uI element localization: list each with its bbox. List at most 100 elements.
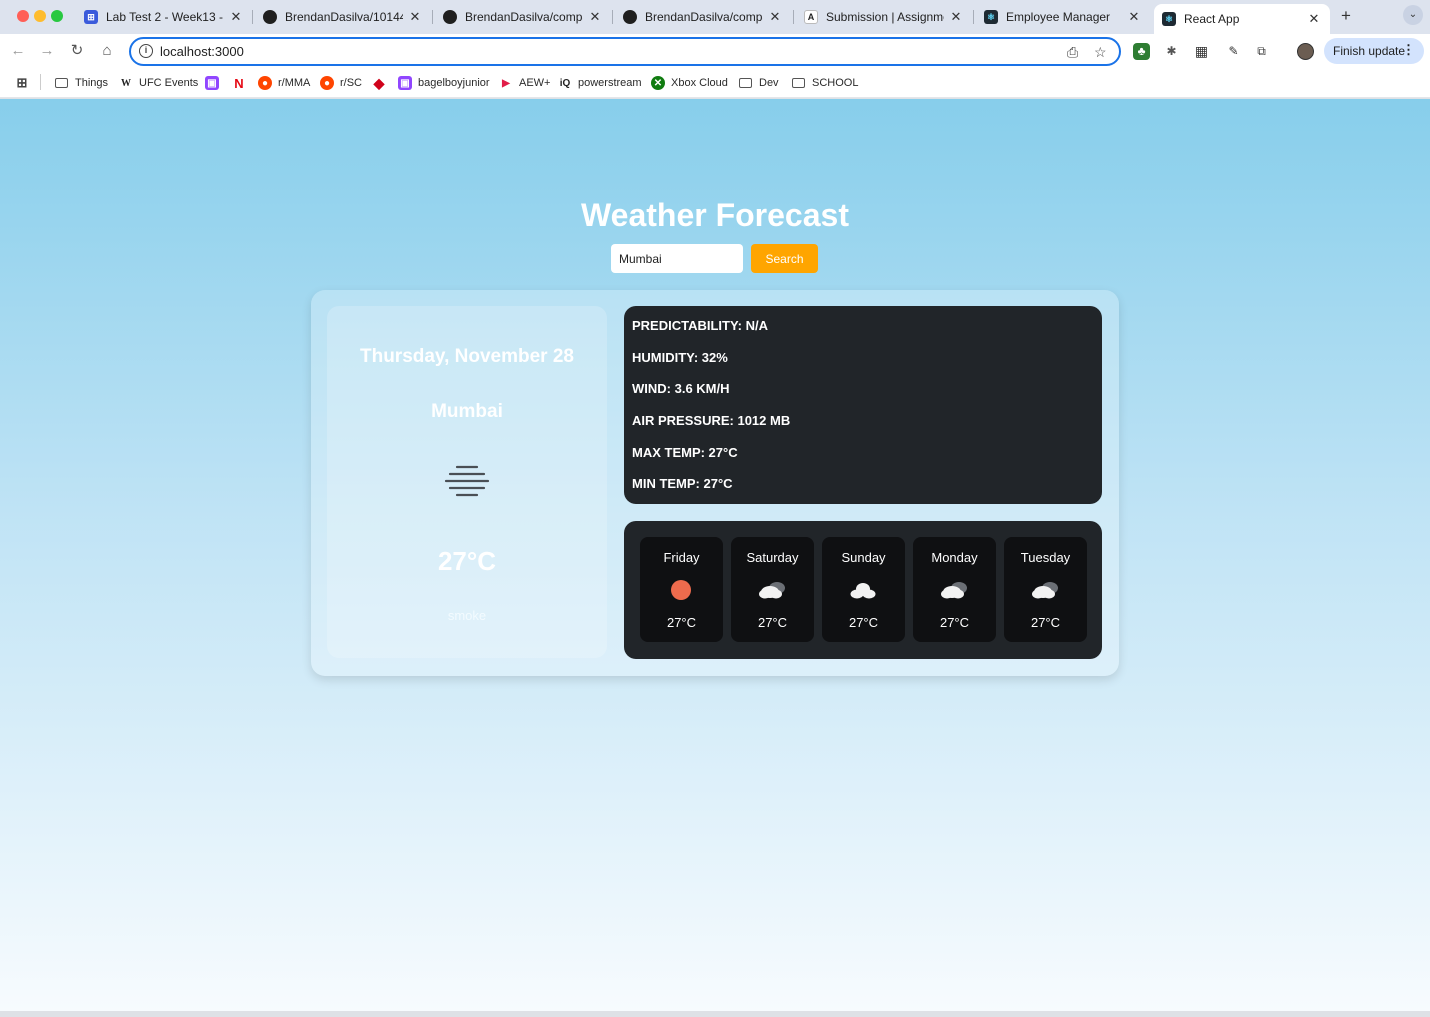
detail-predictability: PREDICTABILITY: N/A bbox=[632, 318, 769, 333]
tab-close-icon[interactable]: ✕ bbox=[1306, 11, 1322, 27]
tab-separator bbox=[432, 10, 433, 24]
window-minimize-button[interactable] bbox=[34, 10, 46, 22]
bookmarks-separator bbox=[40, 74, 41, 90]
detail-air-pressure: AIR PRESSURE: 1012 MB bbox=[632, 413, 791, 429]
browser-tab[interactable]: BrendanDasilva/comp312 ✕ bbox=[615, 4, 791, 30]
forecast-temp: 27°C bbox=[757, 615, 788, 630]
tab-separator bbox=[973, 10, 974, 24]
back-arrow-icon[interactable]: ← bbox=[8, 41, 28, 61]
extension-pen-icon[interactable]: ✎ bbox=[1225, 43, 1242, 60]
forecast-card: Friday 27°C Saturday 27°C Sunday 27°C Mo… bbox=[624, 521, 1102, 659]
forecast-day-name: Tuesday bbox=[1020, 550, 1071, 565]
tab-separator bbox=[252, 10, 253, 24]
twitch-icon: ▣ bbox=[398, 76, 412, 90]
bookmark-aew-plus[interactable]: ▶ AEW+ bbox=[499, 75, 550, 91]
home-icon[interactable]: ⌂ bbox=[97, 41, 117, 61]
browser-tab-active[interactable]: ⚛ React App ✕ bbox=[1154, 4, 1330, 34]
react-icon: ⚛ bbox=[1162, 12, 1176, 26]
diamond-icon: ◆ bbox=[373, 74, 385, 91]
wikipedia-icon: W bbox=[121, 77, 131, 89]
netflix-icon: N bbox=[234, 75, 244, 91]
extension-tree-icon[interactable]: ♣ bbox=[1133, 43, 1150, 60]
detail-wind: WIND: 3.6 KM/H bbox=[632, 381, 730, 397]
bookmark-ufc-events[interactable]: W UFC Events bbox=[119, 75, 198, 91]
tab-search-button[interactable]: ⌄ bbox=[1403, 5, 1423, 25]
window-close-button[interactable] bbox=[17, 10, 29, 22]
tab-close-icon[interactable]: ✕ bbox=[587, 9, 603, 25]
tab-separator bbox=[612, 10, 613, 24]
page-title: Weather Forecast bbox=[581, 197, 849, 233]
bookmark-r-sc[interactable]: ● r/SC bbox=[320, 75, 362, 91]
bookmarks-bar: ⊞ Things W UFC Events ▣ N ● r/MMA ● r/SC ◆ … bbox=[0, 68, 1430, 98]
bookmark-folder-school[interactable]: SCHOOL bbox=[792, 75, 858, 91]
twitch-icon: ▣ bbox=[205, 76, 219, 90]
detail-max-temp: MAX TEMP: 27°C bbox=[632, 444, 738, 460]
apps-grid-icon[interactable]: ⊞ bbox=[15, 75, 35, 91]
reddit-icon: ● bbox=[258, 76, 272, 90]
github-icon bbox=[263, 10, 277, 24]
broken-clouds-icon bbox=[759, 582, 785, 599]
browser-tab[interactable]: ⊞ Lab Test 2 - Week13 - XL ✕ bbox=[76, 4, 252, 30]
browser-tab[interactable]: BrendanDasilva/1014478 ✕ bbox=[255, 4, 431, 30]
address-url[interactable]: localhost:3000 bbox=[160, 44, 244, 59]
tab-close-icon[interactable]: ✕ bbox=[407, 9, 423, 25]
bookmark-netflix[interactable]: N bbox=[232, 75, 252, 91]
tab-close-icon[interactable]: ✕ bbox=[1126, 9, 1142, 25]
bookmark-r-mma[interactable]: ● r/MMA bbox=[258, 75, 310, 91]
site-info-icon[interactable]: i bbox=[139, 44, 153, 58]
forecast-day: Monday 27°C bbox=[913, 537, 996, 642]
tab-doc-icon: ⊞ bbox=[84, 10, 98, 24]
detail-humidity: HUMIDITY: 32% bbox=[632, 349, 728, 365]
xbox-icon: ✕ bbox=[651, 76, 665, 90]
forward-arrow-icon[interactable]: → bbox=[37, 41, 57, 61]
browser-tab[interactable]: A Submission | Assignment ✕ bbox=[796, 4, 972, 30]
search-button[interactable]: Search bbox=[751, 244, 818, 273]
github-icon bbox=[623, 10, 637, 24]
tab-close-icon[interactable]: ✕ bbox=[228, 9, 244, 25]
bookmark-twitch[interactable]: ▣ bbox=[205, 75, 225, 91]
window-maximize-button[interactable] bbox=[51, 10, 63, 22]
city-search-input[interactable] bbox=[611, 244, 743, 273]
current-temperature: 27°C bbox=[437, 546, 497, 576]
current-date: Thursday, November 28 bbox=[359, 346, 574, 367]
extensions-puzzle-icon[interactable]: ⧉ bbox=[1253, 43, 1270, 60]
sun-icon bbox=[671, 580, 691, 600]
weather-details-card: PREDICTABILITY: N/A HUMIDITY: 32% WIND: … bbox=[624, 306, 1102, 504]
broken-clouds-icon bbox=[941, 582, 967, 599]
extension-grid-icon[interactable]: ▦ bbox=[1193, 43, 1210, 60]
detail-min-temp: MIN TEMP: 27°C bbox=[632, 476, 733, 492]
new-tab-button[interactable]: + bbox=[1336, 6, 1356, 26]
forecast-temp: 27°C bbox=[848, 615, 879, 630]
browser-tab-strip: ⊞ Lab Test 2 - Week13 - XL ✕ BrendanDasi… bbox=[0, 0, 1430, 34]
bookmark-star-icon[interactable]: ☆ bbox=[1094, 44, 1107, 61]
github-icon bbox=[443, 10, 457, 24]
profile-avatar[interactable] bbox=[1297, 43, 1314, 60]
forecast-day: Saturday 27°C bbox=[731, 537, 814, 642]
current-weather-card: Thursday, November 28 Mumbai 27°C smoke bbox=[327, 306, 607, 658]
finish-update-button[interactable]: Finish update ⋮ bbox=[1324, 38, 1424, 64]
forecast-day: Tuesday 27°C bbox=[1004, 537, 1087, 642]
reload-icon[interactable]: ↻ bbox=[67, 41, 87, 61]
forecast-day: Sunday 27°C bbox=[822, 537, 905, 642]
bookmark-powerstream[interactable]: iQ powerstream bbox=[558, 75, 642, 91]
tab-close-icon[interactable]: ✕ bbox=[948, 9, 964, 25]
menu-dots-icon: ⋮ bbox=[1402, 42, 1415, 57]
browser-tab[interactable]: ⚛ Employee Manager ✕ bbox=[976, 4, 1150, 30]
install-app-icon[interactable]: ⎙ bbox=[1067, 44, 1078, 61]
bookmark-bagelboyjunior[interactable]: ▣ bagelboyjunior bbox=[398, 75, 490, 91]
folder-icon bbox=[739, 78, 752, 88]
extension-bug-icon[interactable]: ✱ bbox=[1163, 43, 1180, 60]
iq-icon: iQ bbox=[559, 77, 571, 89]
play-icon: ▶ bbox=[502, 77, 510, 89]
page-viewport: Weather Forecast Search Thursday, Novemb… bbox=[0, 99, 1430, 1011]
bookmark-folder-things[interactable]: Things bbox=[55, 75, 108, 91]
address-bar[interactable]: i localhost:3000 ⎙ ☆ bbox=[129, 37, 1121, 66]
forecast-day: Friday 27°C bbox=[640, 537, 723, 642]
browser-tab[interactable]: BrendanDasilva/comp312 ✕ bbox=[435, 4, 611, 30]
bookmark-xbox-cloud[interactable]: ✕ Xbox Cloud bbox=[651, 75, 728, 91]
reddit-icon: ● bbox=[320, 76, 334, 90]
bookmark-folder-dev[interactable]: Dev bbox=[739, 75, 779, 91]
bookmark-diamond[interactable]: ◆ bbox=[372, 75, 392, 91]
forecast-day-name: Sunday bbox=[841, 550, 886, 565]
tab-close-icon[interactable]: ✕ bbox=[767, 9, 783, 25]
